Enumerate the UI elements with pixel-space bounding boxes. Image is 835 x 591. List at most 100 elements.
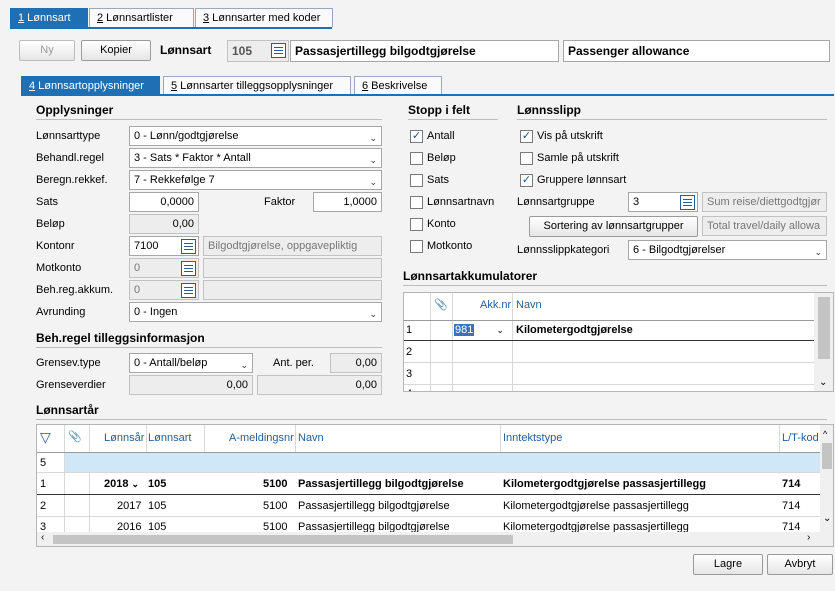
lonnsar-cell[interactable]: 2018 ⌄	[104, 478, 139, 490]
sats-checkbox[interactable]	[410, 174, 423, 187]
kategori-label: Lønnsslippkategori	[517, 244, 610, 256]
behreg-label: Beh.reg.akkum.	[36, 284, 114, 296]
col-navn[interactable]: Navn	[298, 432, 324, 444]
vis-utskrift-label: Vis på utskrift	[537, 130, 603, 142]
list-icon[interactable]	[181, 283, 196, 298]
grid-divider	[64, 425, 65, 535]
save-button[interactable]: Lagre	[693, 554, 763, 575]
chevron-right-icon[interactable]: ›	[807, 532, 810, 543]
list-icon[interactable]	[181, 239, 196, 254]
gruppere-checkbox[interactable]: ✓	[520, 174, 533, 187]
scrollbar-thumb[interactable]	[818, 297, 830, 359]
faktor-field[interactable]: 1,0000	[313, 192, 382, 212]
paperclip-icon: 📎	[68, 431, 82, 443]
behreg-field[interactable]: 0	[129, 280, 199, 300]
col-lonnsart[interactable]: Lønnsart	[148, 432, 191, 444]
vis-utskrift-checkbox[interactable]: ✓	[520, 130, 533, 143]
samle-utskrift-checkbox[interactable]	[520, 152, 533, 165]
akknr-header[interactable]: Akk.nr	[480, 299, 511, 311]
kontonr-field[interactable]: 7100	[129, 236, 199, 256]
akkumulatorer-grid[interactable]: 📎 Akk.nr Navn 1 981 ⌄ Kilometergodtgjørel…	[403, 292, 834, 392]
sats-field[interactable]: 0,0000	[129, 192, 199, 212]
lonnsartar-grid[interactable]: ▽ 📎 Lønnsår Lønnsart A-meldingsnr Navn I…	[36, 424, 834, 547]
lonnsart-name-field[interactable]: Passasjertillegg bilgodtgjørelse	[290, 40, 559, 62]
tab-lonnsartlister[interactable]: 2 Lønnsartlister	[89, 8, 194, 27]
grensev-select[interactable]: 0 - Antall/beløp ⌄	[129, 353, 253, 373]
vertical-scrollbar[interactable]: ⌄	[814, 293, 833, 391]
navn-header[interactable]: Navn	[516, 299, 542, 311]
scrollbar-thumb[interactable]	[53, 535, 513, 544]
antper-label: Ant. per.	[273, 357, 314, 369]
behregel-line	[36, 347, 382, 348]
col-ltkod[interactable]: L/T-kod	[782, 432, 819, 444]
lonnsart-number-field[interactable]: 105	[227, 40, 289, 62]
grid-divider	[295, 425, 296, 452]
konto-checkbox[interactable]	[410, 218, 423, 231]
lonnsart-name-en-field[interactable]: Passenger allowance	[563, 40, 830, 62]
row-number: 5	[40, 457, 47, 469]
new-button[interactable]: Ny	[19, 40, 75, 61]
opplysninger-line	[36, 119, 382, 120]
behandl-select[interactable]: 3 - Sats * Faktor * Antall ⌄	[129, 148, 382, 168]
grense2-field: 0,00	[257, 375, 382, 395]
motkonto-description	[203, 258, 382, 278]
akkumulatorer-line	[403, 285, 827, 286]
grid-divider	[512, 293, 513, 391]
grid-divider	[500, 425, 501, 452]
col-lonnsar[interactable]: Lønnsår	[104, 432, 144, 444]
grid-divider	[779, 425, 780, 452]
list-icon[interactable]	[181, 261, 196, 276]
filter-icon[interactable]: ▽	[40, 429, 51, 446]
copy-button[interactable]: Kopier	[81, 40, 151, 61]
chevron-down-icon[interactable]: ⌄	[823, 513, 831, 524]
lonnsartnavn-label: Lønnsartnavn	[427, 196, 495, 208]
col-inntektstype[interactable]: Inntektstype	[503, 432, 562, 444]
stopp-motkonto-checkbox[interactable]	[410, 240, 423, 253]
scrollbar-thumb[interactable]	[822, 443, 832, 469]
row-number: 3	[406, 368, 413, 380]
tab-lonnsartopplysninger[interactable]: 4 Lønnsartopplysninger	[21, 76, 160, 95]
antall-checkbox[interactable]: ✓	[410, 130, 423, 143]
chevron-down-icon[interactable]: ⌄	[819, 377, 827, 388]
akknr-cell[interactable]: 981 ⌄	[454, 324, 504, 336]
sats-label: Sats	[36, 196, 59, 208]
avrunding-select[interactable]: 0 - Ingen ⌄	[129, 302, 382, 322]
amld-cell: 5100	[263, 478, 288, 490]
chevron-up-icon[interactable]: ^	[823, 429, 827, 439]
inntekt-cell: Kilometergodtgjørelse passasjertillegg	[503, 478, 706, 490]
antall-label: Antall	[427, 130, 455, 142]
behreg-description	[203, 280, 382, 300]
faktor-label: Faktor	[264, 196, 296, 208]
beregn-select[interactable]: 7 - Rekkefølge 7 ⌄	[129, 170, 382, 190]
kategori-select[interactable]: 6 - Bilgodtgjørelser ⌄	[628, 240, 827, 260]
chevron-down-icon: ⌄	[369, 177, 377, 187]
lonnsartnavn-checkbox[interactable]	[410, 196, 423, 209]
samle-utskrift-label: Samle på utskrift	[537, 152, 619, 164]
belop-checkbox[interactable]	[410, 152, 423, 165]
tab-lonnsart[interactable]: 1 Lønnsart	[10, 8, 88, 27]
amld-cell: 5100	[263, 500, 288, 512]
chevron-left-icon[interactable]: ‹	[41, 532, 44, 543]
tab-lonnsarter-med-koder[interactable]: 3 Lønnsarter med koder	[195, 8, 333, 27]
chevron-down-icon: ⌄	[369, 309, 377, 319]
chevron-down-icon: ⌄	[814, 247, 822, 257]
sortering-button[interactable]: Sortering av lønnsartgrupper	[529, 216, 698, 237]
motkonto-field[interactable]: 0	[129, 258, 199, 278]
filter-row[interactable]	[65, 453, 820, 472]
gruppe-label: Lønnsartgruppe	[517, 196, 595, 208]
cancel-button[interactable]: Avbryt	[767, 554, 833, 575]
col-ameldingsnr[interactable]: A-meldingsnr	[229, 432, 294, 444]
list-icon[interactable]	[680, 195, 695, 210]
lonnsarttype-select[interactable]: 0 - Lønn/godtgjørelse ⌄	[129, 126, 382, 146]
row-line	[404, 340, 814, 341]
vertical-scrollbar[interactable]: ^ ⌄	[820, 425, 833, 546]
horizontal-scrollbar[interactable]: ‹ ›	[37, 532, 820, 546]
gruppe-field[interactable]: 3	[628, 192, 698, 212]
tab-tilleggsopplysninger[interactable]: 5 Lønnsarter tilleggsopplysninger	[163, 76, 351, 95]
list-icon[interactable]	[271, 43, 286, 58]
tab-beskrivelse[interactable]: 6 Beskrivelse	[354, 76, 442, 95]
antper-field: 0,00	[330, 353, 382, 373]
lt-cell: 714	[782, 478, 801, 490]
lonnsart-label: Lønnsart	[160, 43, 212, 57]
lonnsartar-line	[36, 419, 827, 420]
